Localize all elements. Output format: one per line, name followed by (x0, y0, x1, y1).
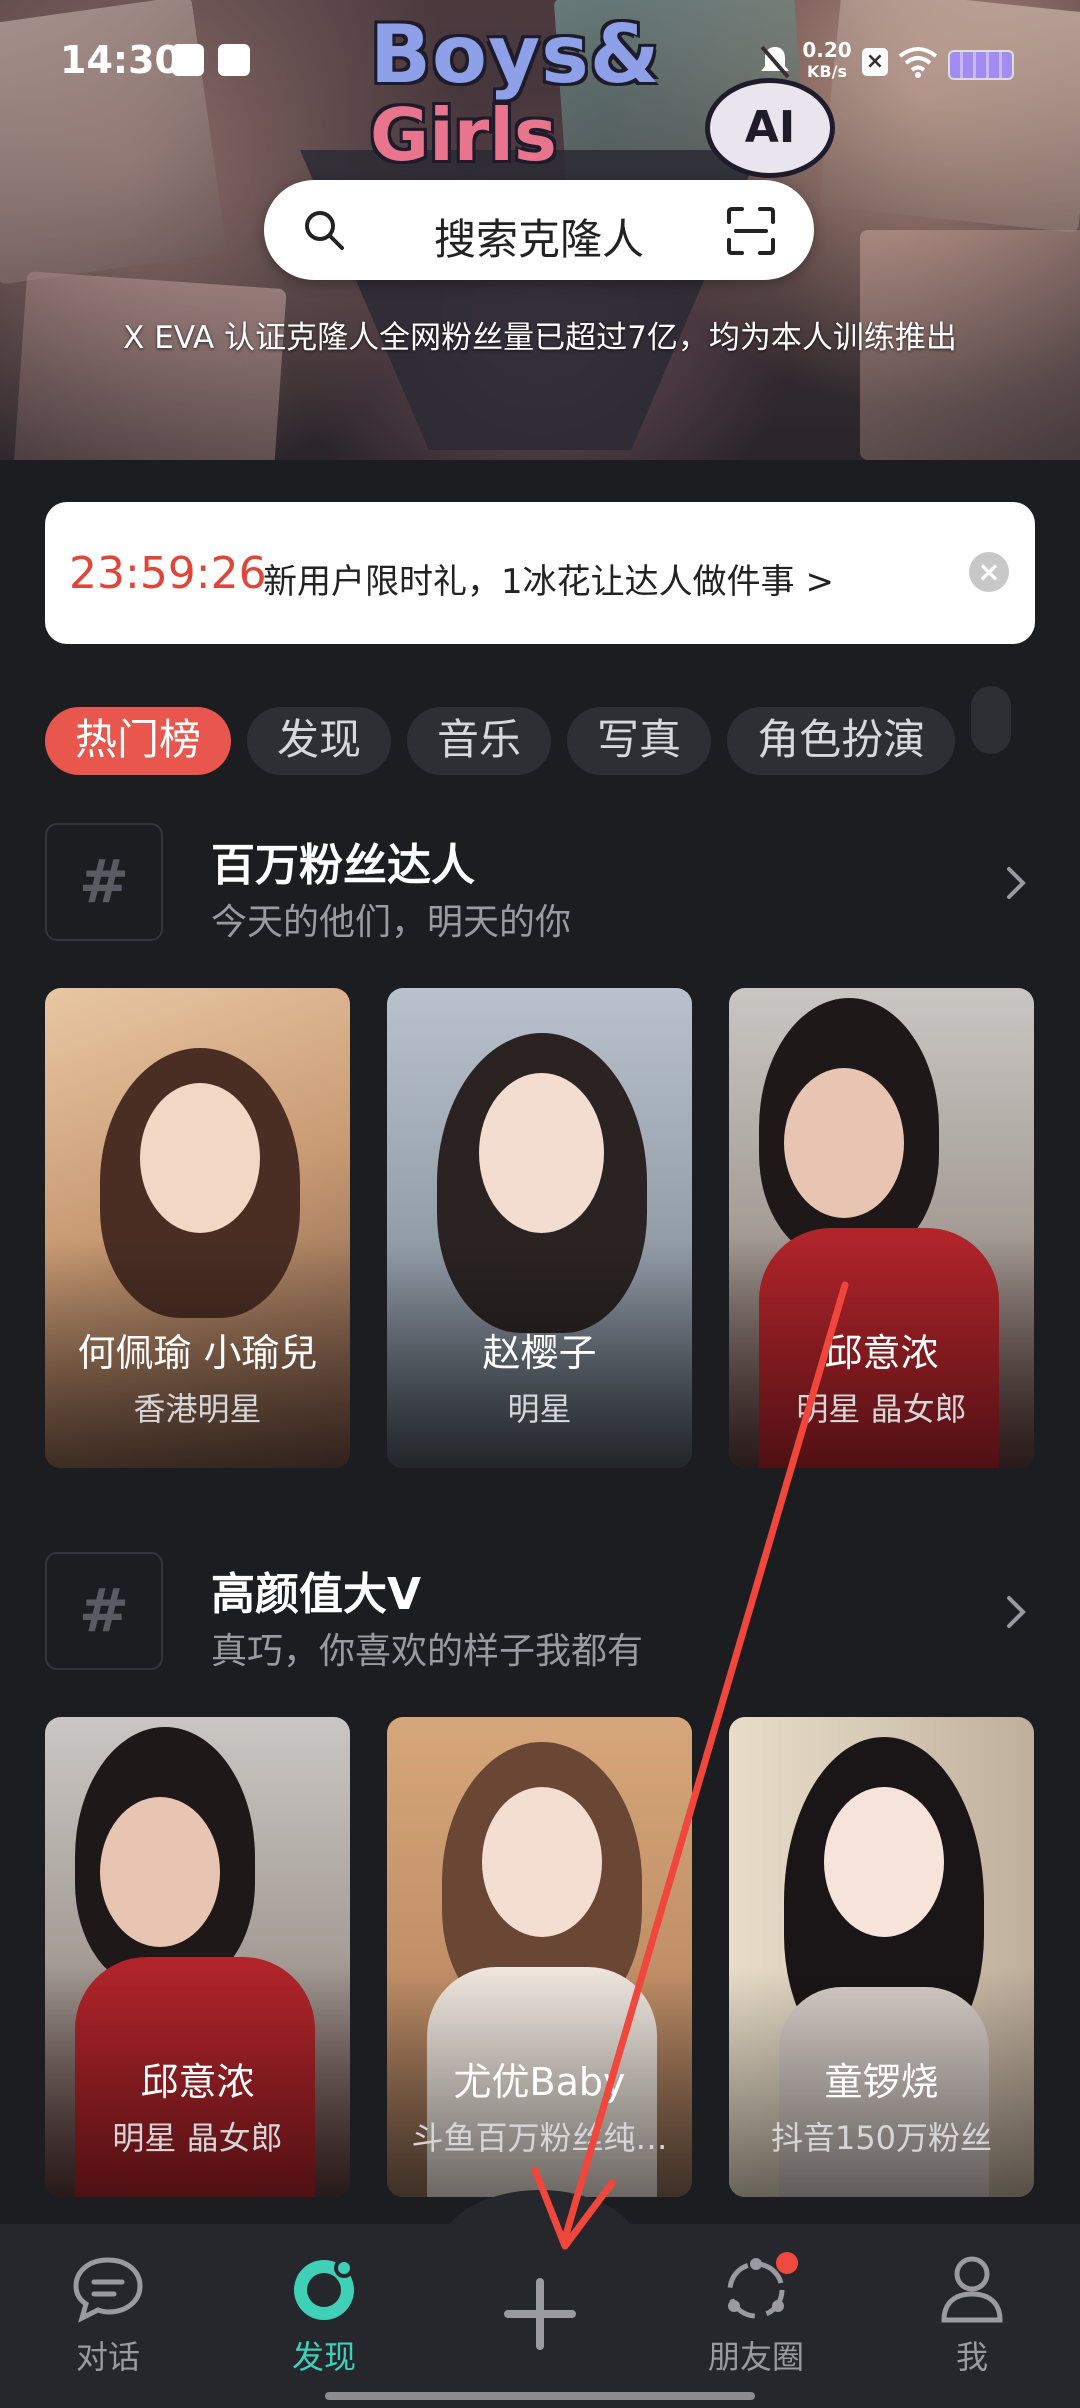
hero-tagline: X EVA 认证克隆人全网粉丝量已超过7亿，均为本人训练推出 (123, 320, 957, 356)
net-speed-unit: KB/s (807, 62, 847, 81)
close-icon[interactable]: × (969, 552, 1009, 592)
countdown-timer: 23:59:26 (69, 548, 267, 599)
creator-name: 赵樱子 (482, 1331, 597, 1375)
creator-card[interactable]: 邱意浓 明星 晶女郎 (45, 1717, 350, 2197)
wifi-icon (898, 47, 938, 78)
section-header[interactable]: # 百万粉丝达人 今天的他们，明天的你 (45, 823, 1035, 943)
nav-label: 朋友圈 (707, 2338, 804, 2376)
creator-tag: 抖音150万粉丝 (770, 2119, 993, 2157)
hashtag-icon: # (45, 1552, 163, 1670)
creator-name: 邱意浓 (140, 2060, 255, 2104)
creator-card[interactable]: 邱意浓 明星 晶女郎 (729, 988, 1034, 1468)
creator-name: 邱意浓 (824, 1331, 939, 1375)
creator-name: 童锣烧 (824, 2060, 939, 2104)
creator-tag: 明星 (507, 1390, 572, 1428)
section-title: 百万粉丝达人 (211, 840, 475, 891)
tab-music[interactable]: 音乐 (407, 707, 552, 775)
nav-label: 发现 (291, 2338, 356, 2376)
creator-card[interactable]: 童锣烧 抖音150万粉丝 (729, 1717, 1034, 2197)
section-title: 高颜值大V (211, 1569, 422, 1620)
creator-photo (784, 1068, 904, 1218)
tab-roleplay[interactable]: 角色扮演 (727, 707, 956, 775)
battery-icon (948, 50, 1014, 80)
notification-icon (218, 44, 250, 76)
nav-item-discover[interactable]: 发现 (244, 2254, 404, 2378)
nav-item-chat[interactable]: 对话 (28, 2254, 188, 2378)
category-tabs: 热门榜 发现 音乐 写真 角色扮演 (45, 686, 1012, 775)
tab-more-partial[interactable] (971, 686, 1012, 754)
creator-photo (479, 1073, 604, 1233)
creator-card[interactable]: 赵樱子 明星 (387, 988, 692, 1468)
creator-photo (482, 1787, 602, 1937)
creator-tag: 香港明星 (133, 1390, 262, 1428)
net-speed: 0.20 KB/s (802, 40, 852, 82)
home-indicator[interactable] (325, 2392, 755, 2400)
hashtag-icon: # (45, 823, 163, 941)
tab-photo[interactable]: 写真 (567, 707, 712, 775)
creator-name: 何佩瑜 小瑜兒 (77, 1331, 318, 1375)
creator-photo (140, 1083, 260, 1233)
promo-banner[interactable]: 23:59:26 新用户限时礼，1冰花让达人做件事 > × (45, 502, 1035, 644)
discover-icon (294, 2258, 354, 2320)
creator-card[interactable]: 尤优Baby 斗鱼百万粉丝纯… (387, 1717, 692, 2197)
status-bar: 14:30 0.20 KB/s × (0, 0, 1080, 120)
plus-icon[interactable] (490, 2264, 590, 2364)
tab-discover[interactable]: 发现 (247, 707, 392, 775)
sim-off-icon: × (862, 48, 888, 76)
chevron-right-icon[interactable] (995, 859, 1035, 907)
scan-icon[interactable] (726, 206, 776, 256)
creator-tag: 明星 晶女郎 (112, 2119, 283, 2157)
creator-tag: 斗鱼百万粉丝纯… (411, 2119, 668, 2157)
bottom-nav: 对话 发现 朋友圈 我 (0, 2190, 1080, 2408)
nav-label: 对话 (75, 2338, 140, 2376)
collage-photo (13, 271, 287, 460)
creator-tag: 明星 晶女郎 (796, 1390, 967, 1428)
chat-bubble-icon (73, 2257, 143, 2323)
section-subtitle: 真巧，你喜欢的样子我都有 (211, 1631, 644, 1672)
creator-photo (824, 1787, 944, 1937)
creator-name: 尤优Baby (453, 2060, 626, 2104)
status-time: 14:30 (60, 38, 181, 82)
tab-hot-list[interactable]: 热门榜 (45, 707, 232, 775)
promo-text[interactable]: 新用户限时礼，1冰花让达人做件事 > (263, 554, 834, 603)
net-speed-value: 0.20 (802, 38, 852, 62)
chevron-right-icon[interactable] (995, 1588, 1035, 1636)
profile-icon (941, 2256, 1003, 2323)
notification-dot (776, 2252, 798, 2274)
mute-icon (760, 45, 790, 79)
nav-item-me[interactable]: 我 (892, 2254, 1052, 2378)
nav-label: 我 (955, 2338, 988, 2376)
creator-card[interactable]: 何佩瑜 小瑜兒 香港明星 (45, 988, 350, 1468)
nav-item-moments[interactable]: 朋友圈 (676, 2254, 836, 2378)
section-subtitle: 今天的他们，明天的你 (211, 902, 572, 943)
notification-icon (172, 44, 204, 76)
creator-photo (100, 1797, 220, 1947)
search-bar[interactable]: 搜索克隆人 (264, 180, 814, 280)
section-header[interactable]: # 高颜值大V 真巧，你喜欢的样子我都有 (45, 1552, 1035, 1672)
